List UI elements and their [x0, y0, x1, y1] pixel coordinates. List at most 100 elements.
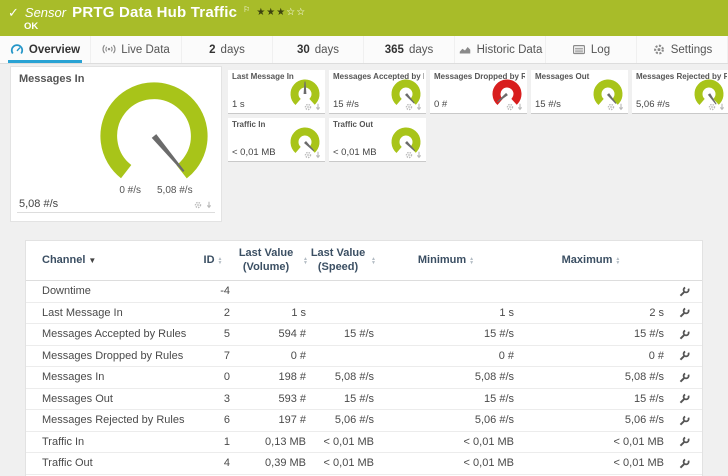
pin-icon[interactable]	[314, 151, 322, 159]
tab-days[interactable]: 2 days	[182, 36, 273, 63]
channel-name[interactable]: Messages Accepted by Rules	[26, 328, 194, 340]
gear-icon	[652, 43, 666, 57]
pin-icon[interactable]	[617, 103, 625, 111]
tab-overview[interactable]: Overview	[0, 36, 91, 63]
sensor-title: PRTG Data Hub Traffic	[72, 4, 237, 21]
table-row[interactable]: Messages Out 3 593 # 15 #/s 15 #/s 15 #/…	[26, 389, 702, 411]
tab-log[interactable]: Log	[546, 36, 637, 63]
gear-icon[interactable]	[304, 103, 312, 111]
channel-name[interactable]: Last Message In	[26, 307, 194, 319]
stars-empty[interactable]: ☆☆	[286, 7, 306, 18]
last-value-volume: 198 #	[232, 371, 308, 383]
sensor-kind-label: Sensor	[25, 5, 66, 20]
channel-name[interactable]: Messages Rejected by Rules	[26, 414, 194, 426]
table-row[interactable]: Traffic In 1 0,13 MB < 0,01 MB < 0,01 MB…	[26, 432, 702, 454]
table-row[interactable]: Messages In 0 198 # 5,08 #/s 5,08 #/s 5,…	[26, 367, 702, 389]
tab-bar: Overview Live Data 2 days 30 days 365 da…	[0, 36, 728, 64]
live-icon	[102, 43, 116, 57]
gauge-value: < 0,01 MB	[333, 147, 377, 158]
maximum-value: 15 #/s	[516, 328, 666, 340]
tab-days[interactable]: 30 days	[273, 36, 364, 63]
gauge-value: 0 #	[434, 99, 447, 110]
header-last-value-volume[interactable]: Last Value (Volume) ▲▼	[232, 247, 308, 273]
pin-icon[interactable]	[205, 201, 213, 209]
log-icon	[572, 43, 586, 57]
header-id[interactable]: ID ▲▼	[194, 254, 232, 267]
channel-name[interactable]: Messages Dropped by Rules	[26, 350, 194, 362]
tab-days[interactable]: 365 days	[364, 36, 455, 63]
wrench-icon[interactable]	[678, 435, 691, 448]
channel-id: 7	[194, 350, 232, 362]
gear-icon[interactable]	[405, 151, 413, 159]
gauge-scale-min: 0 #/s	[77, 185, 141, 196]
gear-icon[interactable]	[607, 103, 615, 111]
gauge-value: 15 #/s	[535, 99, 561, 110]
gear-icon[interactable]	[708, 103, 716, 111]
tab-label: Settings	[671, 44, 713, 56]
pin-icon[interactable]	[314, 103, 322, 111]
gauge-value: 1 s	[232, 99, 245, 110]
last-value-volume: 0,13 MB	[232, 436, 308, 448]
status-check-icon: ✓	[8, 5, 19, 21]
table-row[interactable]: Messages Rejected by Rules 6 197 # 5,06 …	[26, 410, 702, 432]
header-channel[interactable]: Channel ▼	[26, 254, 194, 267]
pin-icon[interactable]	[718, 103, 726, 111]
tab-historic-data[interactable]: Historic Data	[455, 36, 546, 63]
wrench-icon[interactable]	[678, 371, 691, 384]
tab-number: 365	[385, 44, 404, 56]
panel-divider	[17, 212, 215, 213]
gear-icon[interactable]	[194, 201, 202, 209]
channel-table-header: Channel ▼ ID ▲▼ Last Value (Volume) ▲▼ L…	[26, 241, 702, 281]
channel-table-body: Downtime -4 Last Message In 2 1 s 1 s 2 …	[26, 281, 702, 475]
table-row[interactable]: Traffic Out 4 0,39 MB < 0,01 MB < 0,01 M…	[26, 453, 702, 475]
channel-name[interactable]: Traffic In	[26, 436, 194, 448]
last-value-volume: 593 #	[232, 393, 308, 405]
gauge-panel-traffic-in: Traffic In < 0,01 MB	[228, 118, 325, 162]
last-value-speed: < 0,01 MB	[308, 436, 376, 448]
header-maximum[interactable]: Maximum ▲▼	[516, 254, 666, 267]
channel-name[interactable]: Messages In	[26, 371, 194, 383]
channel-id: 1	[194, 436, 232, 448]
table-row[interactable]: Last Message In 2 1 s 1 s 2 s	[26, 303, 702, 325]
channel-name[interactable]: Messages Out	[26, 393, 194, 405]
wrench-icon[interactable]	[678, 306, 691, 319]
table-row[interactable]: Messages Dropped by Rules 7 0 # 0 # 0 #	[26, 346, 702, 368]
minimum-value: 15 #/s	[376, 393, 516, 405]
maximum-value: 2 s	[516, 307, 666, 319]
tab-label: Log	[591, 44, 610, 56]
gear-icon[interactable]	[304, 151, 312, 159]
wrench-icon[interactable]	[678, 457, 691, 470]
header-last-value-speed[interactable]: Last Value (Speed) ▲▼	[308, 247, 376, 273]
header-minimum[interactable]: Minimum ▲▼	[376, 254, 516, 267]
gauge-row-2: Traffic In < 0,01 MB Traffic Out < 0,01 …	[228, 118, 426, 162]
channel-name[interactable]: Traffic Out	[26, 457, 194, 469]
main-gauge-value: 5,08 #/s	[19, 198, 58, 210]
last-value-speed: 15 #/s	[308, 393, 376, 405]
tab-settings[interactable]: Settings	[637, 36, 728, 63]
priority-stars[interactable]: ★★★☆☆	[256, 7, 306, 18]
wrench-icon[interactable]	[678, 285, 691, 298]
flag-icon: ⚐	[243, 5, 250, 14]
wrench-icon[interactable]	[678, 328, 691, 341]
tab-live-data[interactable]: Live Data	[91, 36, 182, 63]
pin-icon[interactable]	[516, 103, 524, 111]
minimum-value: < 0,01 MB	[376, 436, 516, 448]
wrench-icon[interactable]	[678, 392, 691, 405]
gear-icon[interactable]	[506, 103, 514, 111]
pin-icon[interactable]	[415, 151, 423, 159]
wrench-icon[interactable]	[678, 414, 691, 427]
overview-gauges-section: Messages In 0 #/s 5,08 #/s 5,08 #/s Last…	[0, 64, 728, 236]
maximum-value: < 0,01 MB	[516, 436, 666, 448]
status-badge: OK	[24, 21, 38, 32]
tab-label: Historic Data	[477, 44, 543, 56]
tab-number: 2	[209, 44, 215, 56]
pin-icon[interactable]	[415, 103, 423, 111]
table-row[interactable]: Downtime -4	[26, 281, 702, 303]
table-row[interactable]: Messages Accepted by Rules 5 594 # 15 #/…	[26, 324, 702, 346]
stars-filled[interactable]: ★★★	[256, 7, 286, 18]
last-value-volume: 1 s	[232, 307, 308, 319]
gauge-panel-messages-rejected-by-rules: Messages Rejected by Rules 5,06 #/s	[632, 70, 728, 114]
channel-name[interactable]: Downtime	[26, 285, 194, 297]
gear-icon[interactable]	[405, 103, 413, 111]
wrench-icon[interactable]	[678, 349, 691, 362]
